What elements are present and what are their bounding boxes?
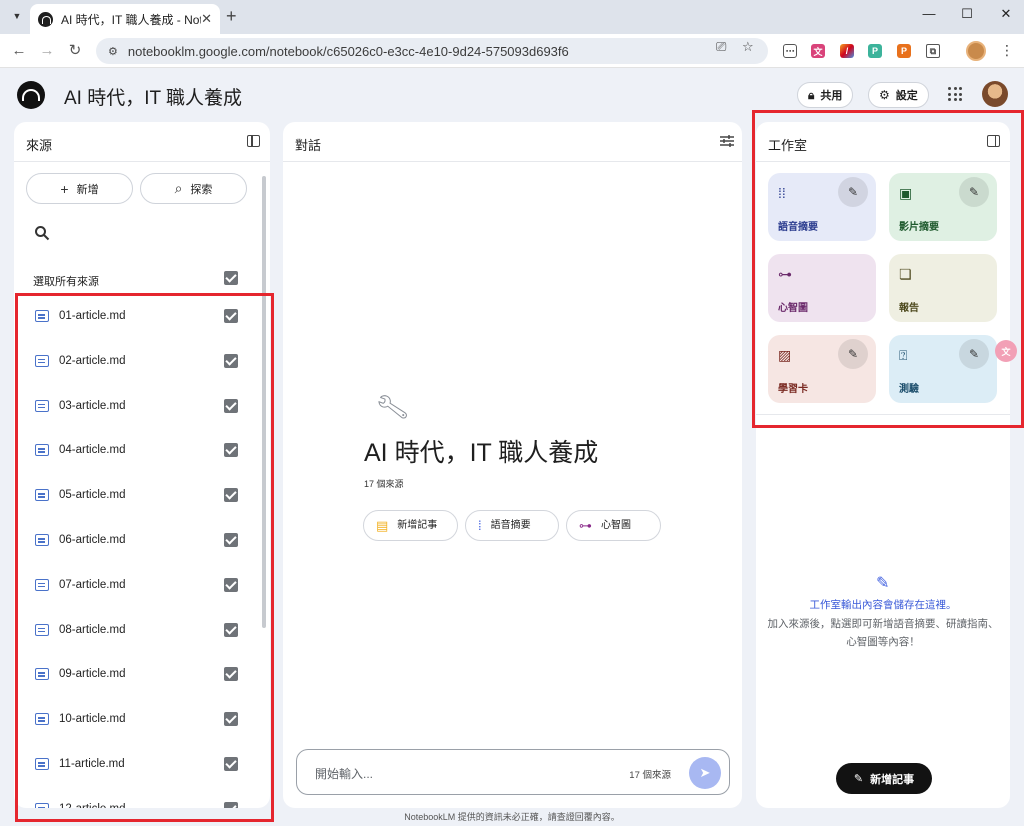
maximize-window-icon[interactable]: ☐ [957, 6, 977, 22]
reload-icon[interactable]: ↻ [66, 42, 84, 60]
extensions-puzzle-icon[interactable]: ⧉ [926, 44, 940, 58]
extension-color-icon[interactable]: / [840, 44, 854, 58]
browser-tab[interactable]: AI 時代，IT 職人養成 - NotebookLM ✕ [30, 4, 220, 34]
url-text: notebooklm.google.com/notebook/c65026c0-… [127, 43, 569, 59]
audio-summary-chip[interactable]: ⁞ 語音摘要 [465, 510, 559, 541]
chat-input-source-count: 17 個來源 [629, 770, 671, 781]
chrome-menu-icon[interactable]: ⋮ [1000, 42, 1014, 59]
mind-map-icon: ⊶ [579, 517, 592, 533]
wrench-emoji-icon: 🔧︎ [373, 389, 412, 425]
sources-panel-title: 來源 [26, 138, 53, 153]
new-tab-icon[interactable]: + [226, 7, 237, 25]
chat-input-box[interactable]: 開始輸入... 17 個來源 ➤ [296, 749, 730, 795]
back-icon[interactable]: ← [10, 42, 28, 60]
tab-title: AI 時代，IT 職人養成 - NotebookLM [61, 12, 201, 27]
google-apps-icon[interactable] [948, 87, 962, 101]
account-avatar[interactable] [982, 81, 1008, 107]
extension-chat-icon[interactable]: ⋯ [783, 44, 797, 58]
note-icon: ▤ [376, 517, 389, 533]
magic-wand-icon: ✎ [876, 575, 890, 592]
chrome-profile-avatar[interactable] [966, 41, 986, 61]
select-all-label: 選取所有來源 [33, 276, 99, 288]
notebook-title[interactable]: AI 時代，IT 職人養成 [64, 83, 242, 110]
bookmark-star-icon[interactable]: ☆ [742, 39, 754, 55]
pencil-icon: ✎ [853, 773, 864, 785]
select-all-checkbox[interactable] [224, 271, 238, 285]
add-note-chip[interactable]: ▤ 新增記事 [363, 510, 458, 541]
browser-tab-strip: ▼ AI 時代，IT 職人養成 - NotebookLM ✕ + — ☐ ✕ [0, 0, 1024, 34]
address-bar[interactable]: ⚙ notebooklm.google.com/notebook/c65026c… [96, 38, 768, 64]
extension-p-icon[interactable]: P [868, 44, 882, 58]
share-label: 共用 [820, 90, 843, 102]
sources-panel-header: 來源 [14, 122, 270, 162]
send-button[interactable]: ➤ [689, 757, 721, 789]
tab-close-icon[interactable]: ✕ [201, 11, 212, 27]
tune-settings-icon[interactable] [720, 135, 734, 147]
chat-source-count: 17 個來源 [364, 479, 404, 489]
lock-icon: 🔒︎ [808, 87, 815, 102]
mind-map-chip[interactable]: ⊶ 心智圖 [566, 510, 661, 541]
settings-button[interactable]: ⚙ 設定 [868, 82, 929, 108]
add-note-button[interactable]: ✎ 新增記事 [836, 763, 932, 794]
explore-sources-label: 探索 [190, 183, 213, 196]
extension-translate-icon[interactable]: 文 [811, 44, 825, 58]
chat-input[interactable]: 開始輸入... [315, 765, 373, 782]
close-window-icon[interactable]: ✕ [996, 6, 1016, 22]
annotation-box-sources [15, 293, 274, 822]
studio-empty-description: 加入來源後，點選即可新增語音摘要、研讀指南、心智圖等內容！ [767, 618, 999, 648]
minimize-window-icon[interactable]: — [919, 6, 939, 21]
explore-sources-button[interactable]: ⌕ 探索 [140, 173, 247, 204]
notebooklm-favicon-icon [38, 11, 53, 27]
notebooklm-logo-icon[interactable] [17, 81, 45, 109]
add-note-chip-label: 新增記事 [397, 519, 438, 531]
add-source-label: 新增 [76, 183, 99, 196]
sparkle-search-icon: ⌕ [174, 180, 183, 196]
audio-wave-icon: ⁞ [478, 517, 482, 533]
send-arrow-icon: ➤ [699, 765, 711, 780]
search-icon[interactable] [34, 225, 50, 241]
settings-label: 設定 [895, 90, 918, 102]
chat-panel-header: 對話 [283, 122, 742, 162]
chat-notebook-title: AI 時代，IT 職人養成 [364, 439, 599, 467]
annotation-box-studio [752, 110, 1024, 428]
add-source-button[interactable]: + 新增 [26, 173, 133, 204]
forward-icon[interactable]: → [38, 42, 56, 60]
collapse-panel-icon[interactable] [247, 135, 260, 147]
mind-map-chip-label: 心智圖 [601, 519, 631, 531]
chat-panel-title: 對話 [295, 138, 322, 153]
share-button[interactable]: 🔒︎ 共用 [797, 82, 854, 108]
audio-summary-chip-label: 語音摘要 [490, 519, 531, 531]
plus-icon: + [60, 180, 69, 197]
studio-empty-title: 工作室輸出內容會儲存在這裡。 [809, 599, 957, 611]
site-info-icon[interactable]: ⚙ [108, 45, 118, 58]
gear-icon: ⚙ [879, 88, 890, 102]
tab-search-button[interactable]: ▼ [7, 6, 27, 26]
extension-ppt-icon[interactable]: P [897, 44, 911, 58]
install-app-icon[interactable]: ⎚ [716, 39, 726, 55]
add-note-label: 新增記事 [870, 773, 915, 786]
